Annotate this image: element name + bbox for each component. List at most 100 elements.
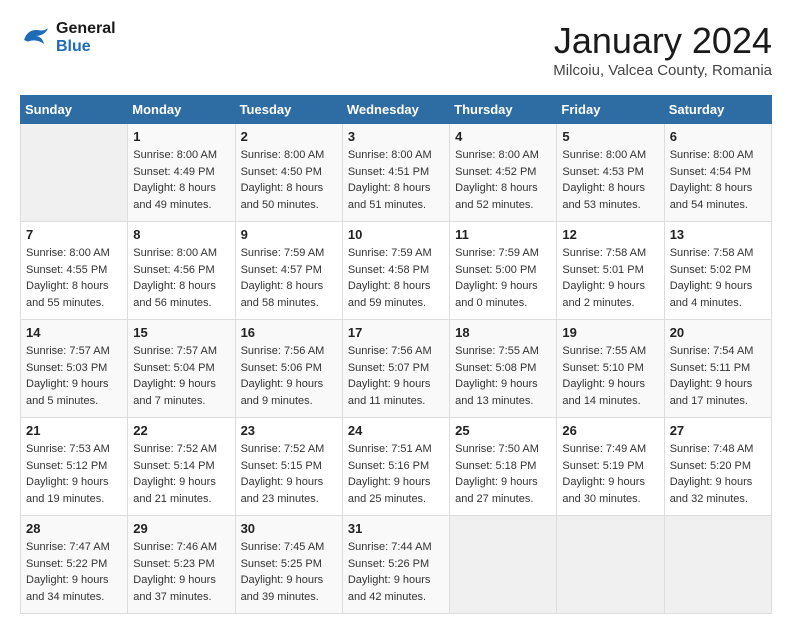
calendar-cell: 7 Sunrise: 8:00 AMSunset: 4:55 PMDaylight… xyxy=(21,222,128,320)
day-info: Sunrise: 7:48 AMSunset: 5:20 PMDaylight:… xyxy=(670,441,766,507)
calendar-cell: 13 Sunrise: 7:58 AMSunset: 5:02 PMDayligh… xyxy=(664,222,771,320)
calendar-cell: 27 Sunrise: 7:48 AMSunset: 5:20 PMDayligh… xyxy=(664,418,771,516)
calendar-cell: 18 Sunrise: 7:55 AMSunset: 5:08 PMDayligh… xyxy=(450,320,557,418)
calendar-cell: 23 Sunrise: 7:52 AMSunset: 5:15 PMDayligh… xyxy=(235,418,342,516)
day-number: 18 xyxy=(455,325,551,340)
header-friday: Friday xyxy=(557,96,664,124)
day-info: Sunrise: 7:59 AMSunset: 5:00 PMDaylight:… xyxy=(455,245,551,311)
day-info: Sunrise: 7:52 AMSunset: 5:14 PMDaylight:… xyxy=(133,441,229,507)
day-info: Sunrise: 7:50 AMSunset: 5:18 PMDaylight:… xyxy=(455,441,551,507)
day-info: Sunrise: 7:47 AMSunset: 5:22 PMDaylight:… xyxy=(26,539,122,605)
day-number: 6 xyxy=(670,129,766,144)
day-info: Sunrise: 8:00 AMSunset: 4:56 PMDaylight:… xyxy=(133,245,229,311)
calendar-cell: 12Sunrise: 7:58 AMSunset: 5:01 PMDayligh… xyxy=(557,222,664,320)
calendar-cell: 30 Sunrise: 7:45 AMSunset: 5:25 PMDayligh… xyxy=(235,516,342,614)
day-number: 8 xyxy=(133,227,229,242)
day-number: 5 xyxy=(562,129,658,144)
day-info: Sunrise: 7:56 AMSunset: 5:07 PMDaylight:… xyxy=(348,343,444,409)
day-info: Sunrise: 7:57 AMSunset: 5:04 PMDaylight:… xyxy=(133,343,229,409)
week-row-5: 28 Sunrise: 7:47 AMSunset: 5:22 PMDayligh… xyxy=(21,516,772,614)
day-info: Sunrise: 7:53 AMSunset: 5:12 PMDaylight:… xyxy=(26,441,122,507)
day-number: 10 xyxy=(348,227,444,242)
week-row-1: 1 Sunrise: 8:00 AMSunset: 4:49 PMDaylight… xyxy=(21,124,772,222)
calendar-cell: 6 Sunrise: 8:00 AMSunset: 4:54 PMDaylight… xyxy=(664,124,771,222)
day-number: 30 xyxy=(241,521,337,536)
calendar-cell xyxy=(557,516,664,614)
calendar-cell: 17 Sunrise: 7:56 AMSunset: 5:07 PMDayligh… xyxy=(342,320,449,418)
calendar-cell: 20Sunrise: 7:54 AMSunset: 5:11 PMDayligh… xyxy=(664,320,771,418)
header-tuesday: Tuesday xyxy=(235,96,342,124)
calendar-cell: 11 Sunrise: 7:59 AMSunset: 5:00 PMDayligh… xyxy=(450,222,557,320)
day-info: Sunrise: 8:00 AMSunset: 4:49 PMDaylight:… xyxy=(133,147,229,213)
header-sunday: Sunday xyxy=(21,96,128,124)
day-number: 16 xyxy=(241,325,337,340)
title-block: January 2024 Milcoiu, Valcea County, Rom… xyxy=(553,20,772,79)
calendar-cell xyxy=(450,516,557,614)
day-number: 13 xyxy=(670,227,766,242)
logo: General Blue xyxy=(20,20,116,55)
day-number: 11 xyxy=(455,227,551,242)
calendar-table: SundayMondayTuesdayWednesdayThursdayFrid… xyxy=(20,95,772,614)
day-number: 21 xyxy=(26,423,122,438)
day-info: Sunrise: 7:49 AMSunset: 5:19 PMDaylight:… xyxy=(562,441,658,507)
logo-icon xyxy=(20,24,52,52)
day-info: Sunrise: 7:57 AMSunset: 5:03 PMDaylight:… xyxy=(26,343,122,409)
calendar-cell xyxy=(664,516,771,614)
calendar-cell: 4 Sunrise: 8:00 AMSunset: 4:52 PMDaylight… xyxy=(450,124,557,222)
calendar-cell: 26Sunrise: 7:49 AMSunset: 5:19 PMDayligh… xyxy=(557,418,664,516)
day-info: Sunrise: 8:00 AMSunset: 4:52 PMDaylight:… xyxy=(455,147,551,213)
day-info: Sunrise: 7:45 AMSunset: 5:25 PMDaylight:… xyxy=(241,539,337,605)
calendar-cell: 24Sunrise: 7:51 AMSunset: 5:16 PMDayligh… xyxy=(342,418,449,516)
header-saturday: Saturday xyxy=(664,96,771,124)
day-info: Sunrise: 7:59 AMSunset: 4:57 PMDaylight:… xyxy=(241,245,337,311)
calendar-cell: 10 Sunrise: 7:59 AMSunset: 4:58 PMDayligh… xyxy=(342,222,449,320)
calendar-cell: 2 Sunrise: 8:00 AMSunset: 4:50 PMDaylight… xyxy=(235,124,342,222)
day-info: Sunrise: 7:51 AMSunset: 5:16 PMDaylight:… xyxy=(348,441,444,507)
day-number: 7 xyxy=(26,227,122,242)
day-number: 15 xyxy=(133,325,229,340)
page-header: General Blue January 2024 Milcoiu, Valce… xyxy=(20,20,772,79)
day-info: Sunrise: 7:55 AMSunset: 5:08 PMDaylight:… xyxy=(455,343,551,409)
calendar-cell: 14Sunrise: 7:57 AMSunset: 5:03 PMDayligh… xyxy=(21,320,128,418)
day-number: 9 xyxy=(241,227,337,242)
day-info: Sunrise: 7:44 AMSunset: 5:26 PMDaylight:… xyxy=(348,539,444,605)
month-title: January 2024 xyxy=(553,20,772,62)
day-number: 2 xyxy=(241,129,337,144)
day-number: 23 xyxy=(241,423,337,438)
day-number: 22 xyxy=(133,423,229,438)
day-info: Sunrise: 8:00 AMSunset: 4:51 PMDaylight:… xyxy=(348,147,444,213)
calendar-cell: 25 Sunrise: 7:50 AMSunset: 5:18 PMDayligh… xyxy=(450,418,557,516)
calendar-cell: 19Sunrise: 7:55 AMSunset: 5:10 PMDayligh… xyxy=(557,320,664,418)
week-row-3: 14Sunrise: 7:57 AMSunset: 5:03 PMDayligh… xyxy=(21,320,772,418)
day-info: Sunrise: 8:00 AMSunset: 4:54 PMDaylight:… xyxy=(670,147,766,213)
calendar-cell xyxy=(21,124,128,222)
day-number: 31 xyxy=(348,521,444,536)
day-info: Sunrise: 8:00 AMSunset: 4:53 PMDaylight:… xyxy=(562,147,658,213)
calendar-header-row: SundayMondayTuesdayWednesdayThursdayFrid… xyxy=(21,96,772,124)
day-number: 12 xyxy=(562,227,658,242)
day-number: 29 xyxy=(133,521,229,536)
calendar-cell: 29 Sunrise: 7:46 AMSunset: 5:23 PMDayligh… xyxy=(128,516,235,614)
header-thursday: Thursday xyxy=(450,96,557,124)
day-info: Sunrise: 7:52 AMSunset: 5:15 PMDaylight:… xyxy=(241,441,337,507)
day-info: Sunrise: 7:54 AMSunset: 5:11 PMDaylight:… xyxy=(670,343,766,409)
day-number: 25 xyxy=(455,423,551,438)
day-number: 28 xyxy=(26,521,122,536)
day-number: 3 xyxy=(348,129,444,144)
calendar-cell: 21 Sunrise: 7:53 AMSunset: 5:12 PMDayligh… xyxy=(21,418,128,516)
location: Milcoiu, Valcea County, Romania xyxy=(553,62,772,79)
calendar-cell: 1 Sunrise: 8:00 AMSunset: 4:49 PMDaylight… xyxy=(128,124,235,222)
day-info: Sunrise: 7:59 AMSunset: 4:58 PMDaylight:… xyxy=(348,245,444,311)
day-number: 27 xyxy=(670,423,766,438)
day-info: Sunrise: 8:00 AMSunset: 4:55 PMDaylight:… xyxy=(26,245,122,311)
day-info: Sunrise: 7:46 AMSunset: 5:23 PMDaylight:… xyxy=(133,539,229,605)
day-info: Sunrise: 7:58 AMSunset: 5:02 PMDaylight:… xyxy=(670,245,766,311)
day-number: 1 xyxy=(133,129,229,144)
day-info: Sunrise: 7:56 AMSunset: 5:06 PMDaylight:… xyxy=(241,343,337,409)
calendar-cell: 3 Sunrise: 8:00 AMSunset: 4:51 PMDaylight… xyxy=(342,124,449,222)
day-info: Sunrise: 7:55 AMSunset: 5:10 PMDaylight:… xyxy=(562,343,658,409)
calendar-cell: 28 Sunrise: 7:47 AMSunset: 5:22 PMDayligh… xyxy=(21,516,128,614)
day-number: 17 xyxy=(348,325,444,340)
day-number: 4 xyxy=(455,129,551,144)
day-info: Sunrise: 8:00 AMSunset: 4:50 PMDaylight:… xyxy=(241,147,337,213)
